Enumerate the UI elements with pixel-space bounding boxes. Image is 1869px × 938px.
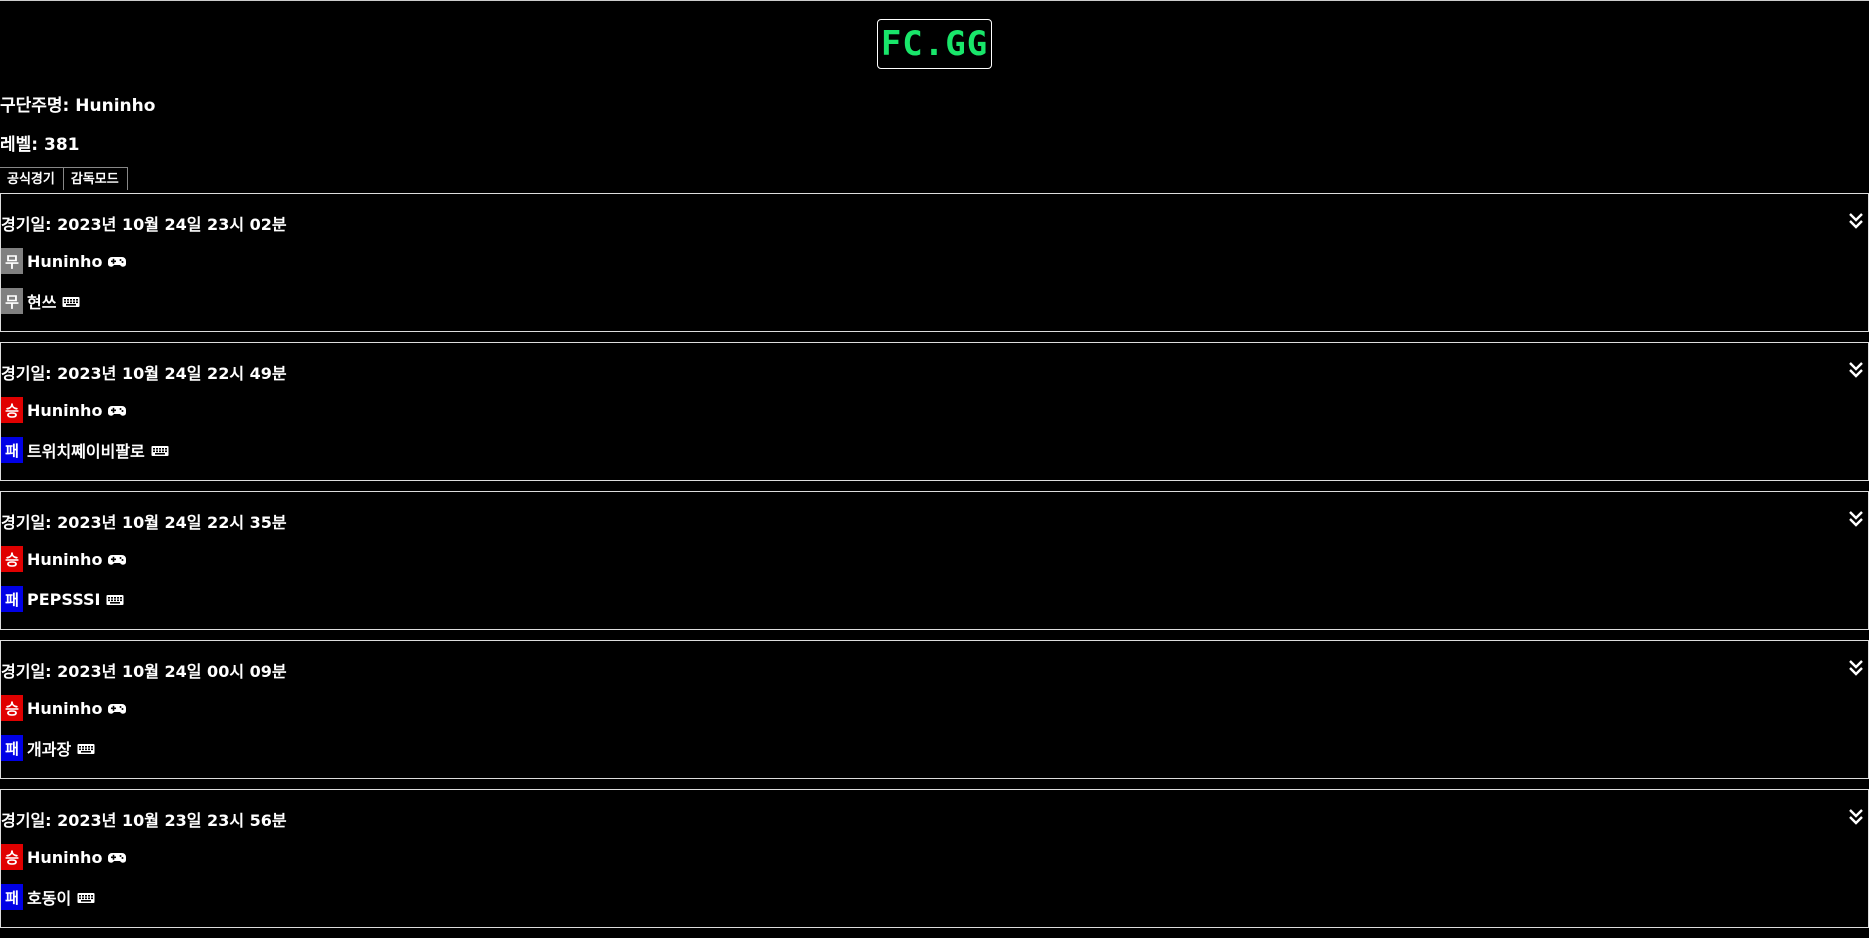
chevron-down-icon[interactable] [1848,659,1864,677]
result-badge: 승 [1,546,23,572]
match-list: 경기일: 2023년 10월 24일 23시 02분 무 Huninho 무 현쓰 경기일… [0,193,1869,938]
match-card[interactable]: 경기일: 2023년 10월 23일 23시 56분 승 Huninho 패 호동이 [0,789,1869,928]
logo[interactable]: FC.GG [876,19,993,69]
result-badge: 패 [1,735,23,761]
tab-manager-mode[interactable]: 감독모드 [62,168,128,190]
page: FC.GG 구단주명: Huninho 레벨: 381 공식경기 감독모드 경기… [0,0,1869,928]
match-date: 경기일: 2023년 10월 24일 22시 49분 [1,364,287,383]
match-card[interactable]: 경기일: 2023년 10월 24일 22시 49분 승 Huninho 패 트위치쩨이… [0,342,1869,481]
match-card[interactable]: 경기일: 2023년 10월 24일 23시 02분 무 Huninho 무 현쓰 [0,193,1869,332]
player-row: 승 Huninho [1,546,127,572]
match-card[interactable]: 경기일: 2023년 10월 24일 00시 09분 승 Huninho 패 개과장 [0,640,1869,779]
player-row: 승 Huninho [1,844,127,870]
player-name[interactable]: Huninho [27,252,102,271]
player-row: 패 트위치쩨이비팔로 [1,437,169,463]
result-badge: 승 [1,397,23,423]
player-row: 패 PEPSSSI [1,586,124,612]
match-date: 경기일: 2023년 10월 24일 00시 09분 [1,662,287,681]
gamepad-icon [108,850,127,864]
player-name[interactable]: 개과장 [27,736,71,760]
mode-tabs: 공식경기 감독모드 [0,167,128,190]
player-row: 패 개과장 [1,735,95,761]
keyboard-icon [106,592,124,606]
player-name[interactable]: Huninho [27,401,102,420]
result-badge: 패 [1,437,23,463]
player-row: 승 Huninho [1,695,127,721]
result-badge: 무 [1,288,23,314]
player-name[interactable]: Huninho [27,848,102,867]
match-card[interactable]: 경기일: 2023년 10월 24일 22시 35분 승 Huninho 패 PEPSS… [0,491,1869,630]
match-date: 경기일: 2023년 10월 24일 23시 02분 [1,215,287,234]
result-badge: 패 [1,884,23,910]
player-name[interactable]: PEPSSSI [27,590,100,609]
result-badge: 패 [1,586,23,612]
header: FC.GG [0,1,1869,69]
match-date: 경기일: 2023년 10월 23일 23시 56분 [1,811,287,830]
keyboard-icon [151,443,169,457]
player-name[interactable]: Huninho [27,550,102,569]
chevron-down-icon[interactable] [1848,808,1864,826]
tab-official-match[interactable]: 공식경기 [0,168,63,190]
manager-name: 구단주명: Huninho [0,96,156,116]
keyboard-icon [77,890,95,904]
match-date: 경기일: 2023년 10월 24일 22시 35분 [1,513,287,532]
player-row: 무 현쓰 [1,288,80,314]
player-name[interactable]: 트위치쩨이비팔로 [27,438,145,462]
gamepad-icon [108,701,127,715]
player-name[interactable]: 현쓰 [27,289,56,313]
chevron-down-icon[interactable] [1848,212,1864,230]
gamepad-icon [108,403,127,417]
player-row: 승 Huninho [1,397,127,423]
player-name[interactable]: 호동이 [27,885,71,909]
chevron-down-icon[interactable] [1848,361,1864,379]
keyboard-icon [77,741,95,755]
gamepad-icon [108,552,127,566]
keyboard-icon [62,294,80,308]
result-badge: 무 [1,248,23,274]
player-row: 패 호동이 [1,884,95,910]
chevron-down-icon[interactable] [1848,510,1864,528]
gamepad-icon [108,254,127,268]
manager-level: 레벨: 381 [0,135,80,155]
player-name[interactable]: Huninho [27,699,102,718]
result-badge: 승 [1,695,23,721]
result-badge: 승 [1,844,23,870]
player-row: 무 Huninho [1,248,127,274]
